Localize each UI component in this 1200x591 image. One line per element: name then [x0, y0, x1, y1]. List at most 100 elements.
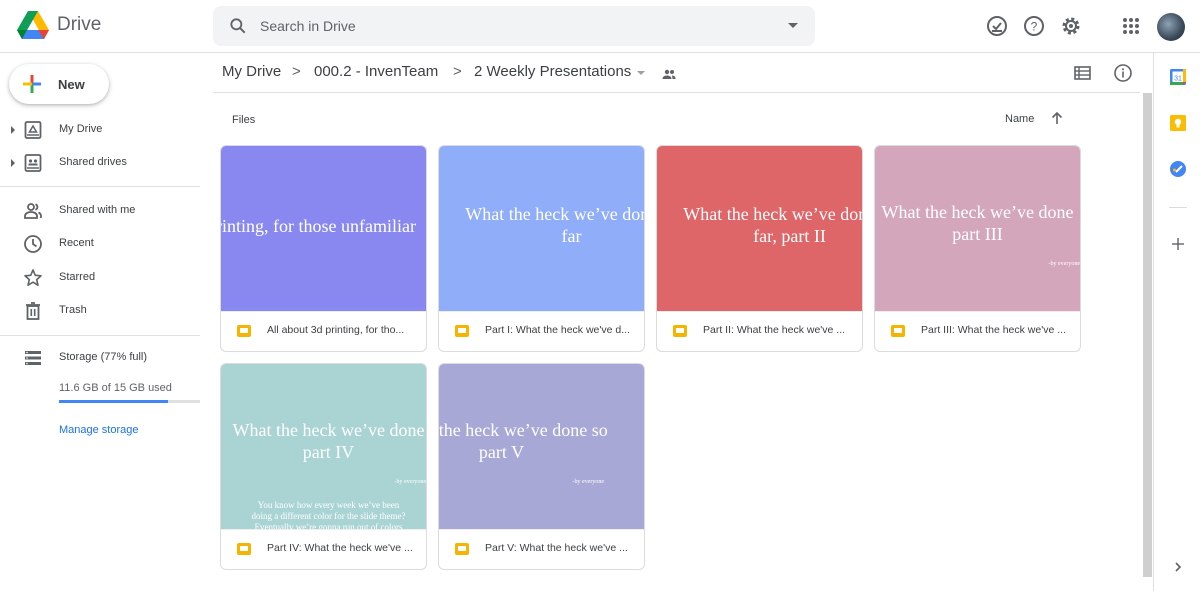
sidebar-divider: [0, 335, 200, 336]
storage-progress-bar: [59, 400, 200, 403]
expand-arrow-icon[interactable]: [11, 126, 15, 134]
breadcrumb-my-drive[interactable]: My Drive: [222, 63, 281, 80]
calendar-icon[interactable]: 31: [1170, 69, 1186, 85]
sidebar-item-label: Recent: [59, 237, 94, 249]
google-slides-icon: [891, 325, 905, 337]
file-thumbnail[interactable]: What the heck we’ve done sopart V -by eve…: [439, 364, 644, 529]
shared-folder-icon: [662, 69, 676, 79]
file-caption[interactable]: Part II: What the heck we've ...: [657, 311, 862, 351]
file-caption[interactable]: Part I: What the heck we've d...: [439, 311, 644, 351]
search-input[interactable]: [260, 6, 760, 46]
sort-by-name-button[interactable]: Name: [1005, 113, 1034, 125]
thumbnail-title-text: part V: [478, 442, 525, 462]
sidebar-item-storage[interactable]: Storage (77% full): [0, 342, 200, 374]
expand-panel-icon[interactable]: [1170, 559, 1186, 575]
sidebar-item-starred[interactable]: Starred: [0, 262, 200, 294]
file-card[interactable]: What the heck we’ve done sofar, part II P…: [656, 145, 863, 352]
file-name: All about 3d printing, for tho...: [267, 324, 405, 336]
rail-divider: [1169, 207, 1187, 208]
sidebar-item-my-drive[interactable]: My Drive: [0, 114, 200, 146]
new-button-label: New: [58, 77, 85, 92]
drive-logo-icon[interactable]: [17, 11, 49, 39]
files-section-label: Files: [232, 114, 256, 126]
list-view-icon[interactable]: [1074, 65, 1091, 81]
account-avatar[interactable]: [1157, 13, 1185, 41]
file-thumbnail[interactable]: What the heck we’ve done part IV -by every…: [221, 364, 426, 529]
clock-icon: [24, 235, 42, 253]
file-name: Part IV: What the heck we've ...: [267, 542, 413, 554]
file-name: Part V: What the heck we've ...: [485, 542, 628, 554]
sidebar-item-shared-drives[interactable]: Shared drives: [0, 147, 200, 179]
expand-arrow-icon[interactable]: [11, 159, 15, 167]
thumbnail-title-text: far, part II: [753, 226, 826, 246]
search-options-dropdown-icon[interactable]: [788, 23, 798, 28]
trash-icon: [26, 302, 40, 320]
thumbnail-body-text: Eventually we’re gonna run out of colors: [254, 522, 403, 529]
app-name: Drive: [57, 14, 102, 35]
shared-drives-icon: [24, 154, 42, 172]
svg-text:31: 31: [1174, 76, 1182, 83]
sidebar-item-shared-with-me[interactable]: Shared with me: [0, 195, 200, 227]
new-button[interactable]: New: [9, 64, 109, 104]
sort-ascending-arrow-icon[interactable]: [1050, 110, 1064, 126]
google-slides-icon: [455, 543, 469, 555]
file-card[interactable]: What the heck we’ve done sopart V -by eve…: [438, 363, 645, 570]
breadcrumb-separator-icon: >: [292, 63, 301, 80]
search-bar[interactable]: [213, 6, 815, 46]
file-thumbnail[interactable]: t 3D printing, for those unfamiliar: [221, 146, 426, 311]
file-card[interactable]: What the heck we’ve done sofar Part I: Wh…: [438, 145, 645, 352]
file-caption[interactable]: Part V: What the heck we've ...: [439, 529, 644, 569]
google-slides-icon: [237, 325, 251, 337]
google-slides-icon: [237, 543, 251, 555]
thumbnail-body-text: You know how every week we’ve been: [257, 500, 400, 510]
thumbnail-byline-text: -by everyone: [572, 479, 605, 485]
sidebar-item-recent[interactable]: Recent: [0, 228, 200, 260]
google-slides-icon: [673, 325, 687, 337]
apps-grid-icon[interactable]: [1119, 14, 1143, 38]
thumbnail-title-text: What the heck we’ve done so: [439, 420, 608, 440]
file-thumbnail[interactable]: What the heck we’ve done sofar, part II: [657, 146, 862, 311]
thumbnail-title-text: What the heck we’ve done so: [465, 204, 644, 224]
main-divider: [213, 92, 1140, 93]
file-caption[interactable]: Part IV: What the heck we've ...: [221, 529, 426, 569]
breadcrumb-current-folder[interactable]: 2 Weekly Presentations: [474, 63, 631, 80]
tasks-icon[interactable]: [1170, 161, 1186, 177]
file-thumbnail[interactable]: What the heck we’ve done part III -by ever…: [875, 146, 1080, 311]
file-caption[interactable]: Part III: What the heck we've ...: [875, 311, 1080, 351]
ready-for-offline-icon[interactable]: [985, 14, 1009, 38]
file-caption[interactable]: All about 3d printing, for tho...: [221, 311, 426, 351]
breadcrumb-separator-icon: >: [453, 63, 462, 80]
shared-with-me-icon: [24, 203, 42, 219]
manage-storage-link[interactable]: Manage storage: [59, 424, 139, 436]
add-addon-icon[interactable]: [1170, 236, 1186, 252]
thumbnail-title-text: t 3D printing, for those unfamiliar: [221, 216, 416, 236]
star-icon: [24, 269, 42, 287]
file-name: Part III: What the heck we've ...: [921, 324, 1066, 336]
file-card[interactable]: What the heck we’ve done part III -by ever…: [874, 145, 1081, 352]
file-card[interactable]: t 3D printing, for those unfamiliar All a…: [220, 145, 427, 352]
vertical-scrollbar[interactable]: [1143, 93, 1152, 577]
sidebar-item-label: Starred: [59, 271, 96, 283]
storage-icon: [25, 351, 41, 365]
thumbnail-byline-text: -by everyone: [394, 479, 427, 485]
storage-progress-fill: [59, 400, 168, 403]
top-header: Drive ?: [0, 0, 1200, 53]
sidebar-item-label: Trash: [59, 304, 87, 316]
sidebar-item-label: My Drive: [59, 123, 103, 135]
search-icon[interactable]: [228, 16, 248, 36]
folder-menu-dropdown-icon[interactable]: [637, 71, 645, 75]
info-icon[interactable]: [1113, 63, 1133, 83]
sidebar-item-label: Shared drives: [59, 156, 127, 168]
thumbnail-title-text: What the heck we’ve done so: [683, 204, 862, 224]
breadcrumb-inventeam[interactable]: 000.2 - InvenTeam: [314, 63, 438, 80]
file-card[interactable]: What the heck we’ve done part IV -by every…: [220, 363, 427, 570]
help-icon[interactable]: ?: [1022, 14, 1046, 38]
file-thumbnail[interactable]: What the heck we’ve done sofar: [439, 146, 644, 311]
sidebar-divider: [0, 186, 200, 187]
settings-icon[interactable]: [1059, 14, 1083, 38]
thumbnail-title-text: What the heck we’ve done: [881, 202, 1074, 222]
thumbnail-body-text: doing a different color for the slide th…: [251, 511, 406, 521]
sidebar-item-trash[interactable]: Trash: [0, 295, 200, 327]
plus-icon: [23, 75, 41, 93]
keep-icon[interactable]: [1170, 115, 1186, 131]
